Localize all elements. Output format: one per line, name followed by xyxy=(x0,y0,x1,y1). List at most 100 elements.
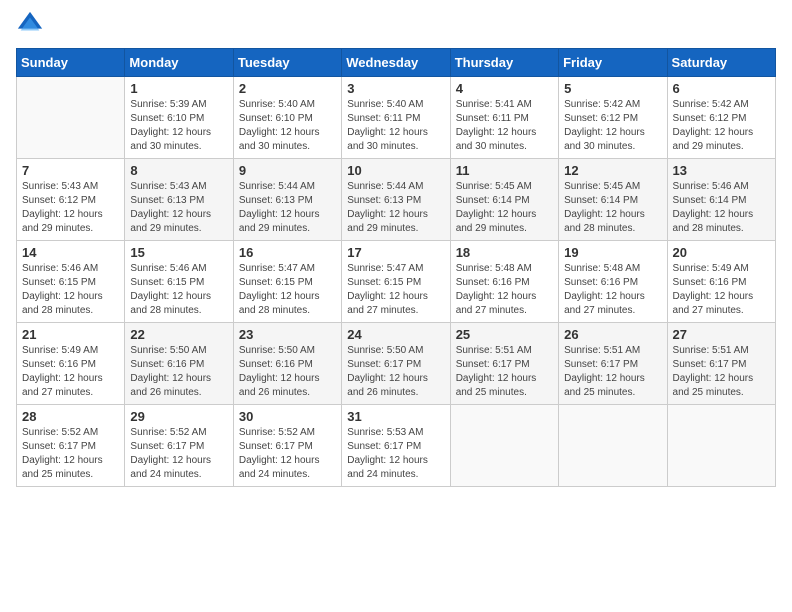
day-number: 27 xyxy=(673,327,770,342)
calendar-cell: 30Sunrise: 5:52 AMSunset: 6:17 PMDayligh… xyxy=(233,405,341,487)
calendar-cell xyxy=(450,405,558,487)
weekday-header-row: SundayMondayTuesdayWednesdayThursdayFrid… xyxy=(17,49,776,77)
day-info: Sunrise: 5:53 AMSunset: 6:17 PMDaylight:… xyxy=(347,426,444,482)
day-number: 5 xyxy=(564,81,661,96)
day-number: 12 xyxy=(564,163,661,178)
calendar-cell: 8 Sunrise: 5:43 AMSunset: 6:13 PMDaylight… xyxy=(125,159,233,241)
calendar-cell: 6 Sunrise: 5:42 AMSunset: 6:12 PMDaylight… xyxy=(667,77,775,159)
day-info: Sunrise: 5:51 AMSunset: 6:17 PMDaylight:… xyxy=(673,344,770,400)
weekday-header-thursday: Thursday xyxy=(450,49,558,77)
day-number: 24 xyxy=(347,327,444,342)
day-number: 1 xyxy=(130,81,227,96)
calendar-week-row: 21 Sunrise: 5:49 AMSunset: 6:16 PMDayligh… xyxy=(17,323,776,405)
day-info: Sunrise: 5:44 AMSunset: 6:13 PMDaylight:… xyxy=(347,180,444,236)
calendar-cell xyxy=(559,405,667,487)
calendar-cell: 12 Sunrise: 5:45 AMSunset: 6:14 PMDayligh… xyxy=(559,159,667,241)
calendar-cell xyxy=(667,405,775,487)
day-info: Sunrise: 5:51 AMSunset: 6:17 PMDaylight:… xyxy=(456,344,553,400)
weekday-header-saturday: Saturday xyxy=(667,49,775,77)
day-info: Sunrise: 5:43 AMSunset: 6:12 PMDaylight:… xyxy=(22,180,119,236)
day-number: 19 xyxy=(564,245,661,260)
calendar-cell: 3 Sunrise: 5:40 AMSunset: 6:11 PMDaylight… xyxy=(342,77,450,159)
calendar-cell: 11Sunrise: 5:45 AMSunset: 6:14 PMDayligh… xyxy=(450,159,558,241)
day-number: 28 xyxy=(22,409,119,424)
day-info: Sunrise: 5:43 AMSunset: 6:13 PMDaylight:… xyxy=(130,180,227,236)
day-number: 15 xyxy=(130,245,227,260)
calendar-cell: 4Sunrise: 5:41 AMSunset: 6:11 PMDaylight… xyxy=(450,77,558,159)
day-info: Sunrise: 5:41 AMSunset: 6:11 PMDaylight:… xyxy=(456,98,553,154)
calendar-cell: 15 Sunrise: 5:46 AMSunset: 6:15 PMDayligh… xyxy=(125,241,233,323)
calendar-cell: 24 Sunrise: 5:50 AMSunset: 6:17 PMDayligh… xyxy=(342,323,450,405)
calendar-cell: 26 Sunrise: 5:51 AMSunset: 6:17 PMDayligh… xyxy=(559,323,667,405)
day-number: 7 xyxy=(22,163,119,178)
calendar-cell: 29 Sunrise: 5:52 AMSunset: 6:17 PMDayligh… xyxy=(125,405,233,487)
page: SundayMondayTuesdayWednesdayThursdayFrid… xyxy=(0,0,792,612)
calendar-cell: 1 Sunrise: 5:39 AMSunset: 6:10 PMDaylight… xyxy=(125,77,233,159)
day-number: 20 xyxy=(673,245,770,260)
day-number: 8 xyxy=(130,163,227,178)
logo-icon xyxy=(16,10,44,38)
weekday-header-monday: Monday xyxy=(125,49,233,77)
day-info: Sunrise: 5:51 AMSunset: 6:17 PMDaylight:… xyxy=(564,344,661,400)
day-number: 11 xyxy=(456,163,553,178)
calendar-cell: 22Sunrise: 5:50 AMSunset: 6:16 PMDayligh… xyxy=(125,323,233,405)
calendar-week-row: 7 Sunrise: 5:43 AMSunset: 6:12 PMDaylight… xyxy=(17,159,776,241)
day-info: Sunrise: 5:49 AMSunset: 6:16 PMDaylight:… xyxy=(673,262,770,318)
day-number: 29 xyxy=(130,409,227,424)
day-info: Sunrise: 5:42 AMSunset: 6:12 PMDaylight:… xyxy=(673,98,770,154)
day-info: Sunrise: 5:49 AMSunset: 6:16 PMDaylight:… xyxy=(22,344,119,400)
day-info: Sunrise: 5:39 AMSunset: 6:10 PMDaylight:… xyxy=(130,98,227,154)
weekday-header-tuesday: Tuesday xyxy=(233,49,341,77)
header xyxy=(16,10,776,38)
calendar-week-row: 1 Sunrise: 5:39 AMSunset: 6:10 PMDaylight… xyxy=(17,77,776,159)
day-number: 31 xyxy=(347,409,444,424)
calendar-cell: 10 Sunrise: 5:44 AMSunset: 6:13 PMDayligh… xyxy=(342,159,450,241)
day-info: Sunrise: 5:45 AMSunset: 6:14 PMDaylight:… xyxy=(564,180,661,236)
calendar-cell: 25 Sunrise: 5:51 AMSunset: 6:17 PMDayligh… xyxy=(450,323,558,405)
day-number: 6 xyxy=(673,81,770,96)
calendar-cell: 23 Sunrise: 5:50 AMSunset: 6:16 PMDayligh… xyxy=(233,323,341,405)
day-number: 16 xyxy=(239,245,336,260)
day-number: 3 xyxy=(347,81,444,96)
day-number: 21 xyxy=(22,327,119,342)
day-info: Sunrise: 5:46 AMSunset: 6:14 PMDaylight:… xyxy=(673,180,770,236)
day-info: Sunrise: 5:50 AMSunset: 6:17 PMDaylight:… xyxy=(347,344,444,400)
calendar-cell: 21 Sunrise: 5:49 AMSunset: 6:16 PMDayligh… xyxy=(17,323,125,405)
calendar-cell: 27 Sunrise: 5:51 AMSunset: 6:17 PMDayligh… xyxy=(667,323,775,405)
calendar-cell: 7 Sunrise: 5:43 AMSunset: 6:12 PMDaylight… xyxy=(17,159,125,241)
day-info: Sunrise: 5:48 AMSunset: 6:16 PMDaylight:… xyxy=(564,262,661,318)
day-number: 13 xyxy=(673,163,770,178)
day-info: Sunrise: 5:40 AMSunset: 6:10 PMDaylight:… xyxy=(239,98,336,154)
calendar-cell: 2Sunrise: 5:40 AMSunset: 6:10 PMDaylight… xyxy=(233,77,341,159)
day-info: Sunrise: 5:46 AMSunset: 6:15 PMDaylight:… xyxy=(22,262,119,318)
weekday-header-wednesday: Wednesday xyxy=(342,49,450,77)
calendar-cell: 17Sunrise: 5:47 AMSunset: 6:15 PMDayligh… xyxy=(342,241,450,323)
day-info: Sunrise: 5:50 AMSunset: 6:16 PMDaylight:… xyxy=(239,344,336,400)
calendar-cell: 31 Sunrise: 5:53 AMSunset: 6:17 PMDayligh… xyxy=(342,405,450,487)
calendar-cell: 19 Sunrise: 5:48 AMSunset: 6:16 PMDayligh… xyxy=(559,241,667,323)
day-number: 30 xyxy=(239,409,336,424)
day-number: 25 xyxy=(456,327,553,342)
calendar-cell xyxy=(17,77,125,159)
day-number: 23 xyxy=(239,327,336,342)
calendar-week-row: 28 Sunrise: 5:52 AMSunset: 6:17 PMDayligh… xyxy=(17,405,776,487)
day-info: Sunrise: 5:50 AMSunset: 6:16 PMDaylight:… xyxy=(130,344,227,400)
day-number: 26 xyxy=(564,327,661,342)
calendar-cell: 20 Sunrise: 5:49 AMSunset: 6:16 PMDayligh… xyxy=(667,241,775,323)
day-number: 10 xyxy=(347,163,444,178)
day-number: 17 xyxy=(347,245,444,260)
weekday-header-friday: Friday xyxy=(559,49,667,77)
day-info: Sunrise: 5:44 AMSunset: 6:13 PMDaylight:… xyxy=(239,180,336,236)
day-info: Sunrise: 5:46 AMSunset: 6:15 PMDaylight:… xyxy=(130,262,227,318)
day-info: Sunrise: 5:52 AMSunset: 6:17 PMDaylight:… xyxy=(130,426,227,482)
day-number: 18 xyxy=(456,245,553,260)
calendar-week-row: 14Sunrise: 5:46 AMSunset: 6:15 PMDayligh… xyxy=(17,241,776,323)
day-info: Sunrise: 5:40 AMSunset: 6:11 PMDaylight:… xyxy=(347,98,444,154)
calendar-cell: 18Sunrise: 5:48 AMSunset: 6:16 PMDayligh… xyxy=(450,241,558,323)
day-number: 9 xyxy=(239,163,336,178)
day-info: Sunrise: 5:52 AMSunset: 6:17 PMDaylight:… xyxy=(22,426,119,482)
calendar-cell: 16Sunrise: 5:47 AMSunset: 6:15 PMDayligh… xyxy=(233,241,341,323)
calendar-cell: 28 Sunrise: 5:52 AMSunset: 6:17 PMDayligh… xyxy=(17,405,125,487)
calendar-cell: 13 Sunrise: 5:46 AMSunset: 6:14 PMDayligh… xyxy=(667,159,775,241)
calendar: SundayMondayTuesdayWednesdayThursdayFrid… xyxy=(16,48,776,487)
